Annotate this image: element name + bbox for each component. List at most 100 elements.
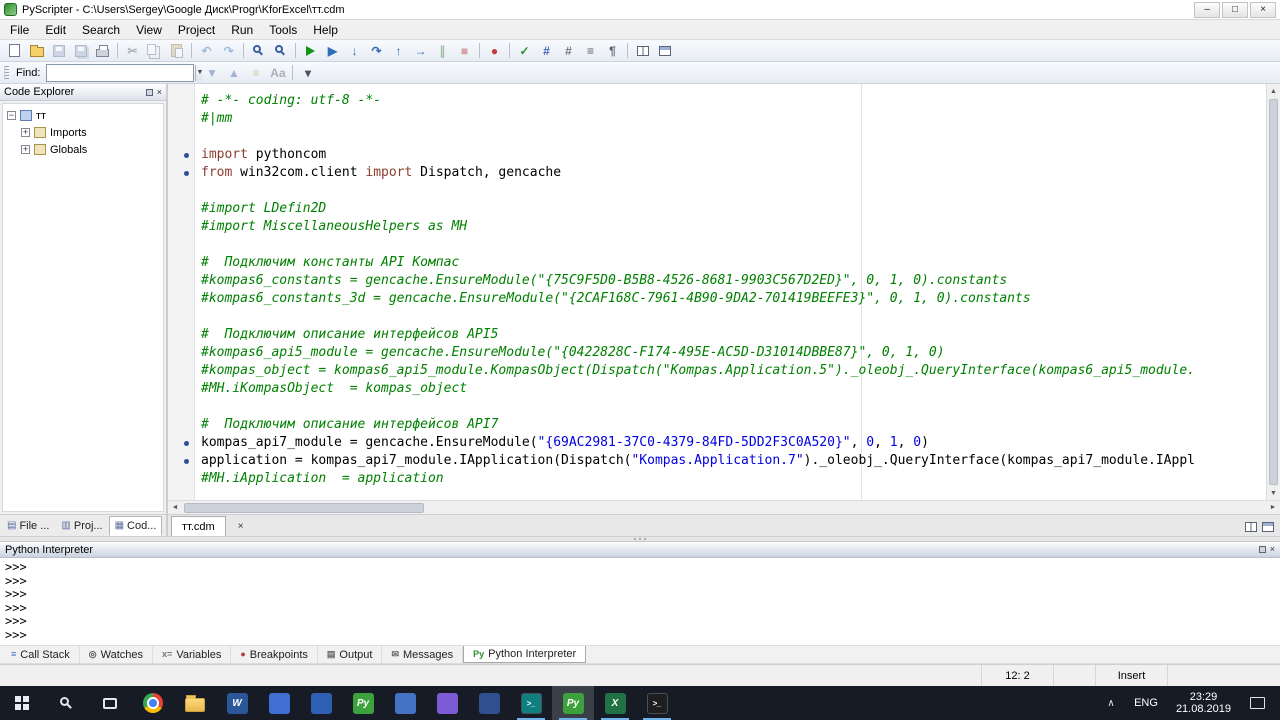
dock-tab-breakpoints[interactable]: ● Breakpoints: [231, 646, 318, 663]
start-button[interactable]: [0, 686, 44, 720]
maximize-button[interactable]: □: [1222, 1, 1248, 18]
special-chars-button[interactable]: ¶: [602, 41, 623, 60]
dock-tab-call-stack[interactable]: ≡ Call Stack: [2, 646, 80, 663]
new-file-button[interactable]: [4, 41, 25, 60]
taskbar-app-blue-3[interactable]: [384, 686, 426, 720]
pin-icon[interactable]: [145, 88, 153, 96]
search-options-button[interactable]: ▾: [297, 63, 318, 82]
tree-node-imports[interactable]: + Imports: [5, 124, 161, 141]
close-button[interactable]: ×: [1250, 1, 1276, 18]
redo-button[interactable]: ↷: [218, 41, 239, 60]
hidden-icons-chevron[interactable]: ∧: [1097, 698, 1125, 709]
scroll-left-icon[interactable]: ◄: [168, 501, 182, 514]
language-indicator[interactable]: ENG: [1125, 697, 1167, 709]
taskbar-pyscripter-1[interactable]: Py: [342, 686, 384, 720]
taskbar-app-blue-2[interactable]: [300, 686, 342, 720]
tree-expander-icon[interactable]: +: [21, 128, 30, 137]
cut-button[interactable]: ✂: [122, 41, 143, 60]
split-editor-button[interactable]: [632, 41, 653, 60]
menu-search[interactable]: Search: [74, 21, 128, 39]
tree-expander-icon[interactable]: +: [21, 145, 30, 154]
taskbar-excel[interactable]: X: [594, 686, 636, 720]
syntax-check-button[interactable]: ✓: [514, 41, 535, 60]
find-input[interactable]: [47, 64, 196, 81]
dock-tab-output[interactable]: ▤ Output: [318, 646, 383, 663]
open-file-button[interactable]: [26, 41, 47, 60]
python-interpreter-console[interactable]: >>> >>> >>> >>> >>> >>>: [0, 558, 1280, 646]
copy-button[interactable]: [144, 41, 165, 60]
undo-button[interactable]: ↶: [196, 41, 217, 60]
panel-tab-proj[interactable]: ▥ Proj...: [55, 516, 108, 536]
goto-line-button[interactable]: #: [558, 41, 579, 60]
find-in-files-button[interactable]: [270, 41, 291, 60]
toggle-breakpoint-button[interactable]: ●: [484, 41, 505, 60]
tab-list-icon[interactable]: [1245, 522, 1257, 532]
minimize-button[interactable]: –: [1194, 1, 1220, 18]
taskbar-pyscripter-active[interactable]: Py: [552, 686, 594, 720]
vscroll-thumb[interactable]: [1269, 99, 1278, 485]
menu-file[interactable]: File: [2, 21, 37, 39]
panel-tab-file[interactable]: ▤ File ...: [1, 516, 55, 536]
tab-windows-icon[interactable]: [1262, 522, 1274, 532]
code-area[interactable]: # -*- coding: utf-8 -*- #|mm import python…: [195, 84, 1280, 500]
step-over-button[interactable]: ↷: [366, 41, 387, 60]
find-button[interactable]: [248, 41, 269, 60]
find-prev-button[interactable]: ▲: [223, 63, 244, 82]
scroll-down-icon[interactable]: ▼: [1267, 486, 1280, 500]
dock-tab-variables[interactable]: x= Variables: [153, 646, 232, 663]
step-into-button[interactable]: ↓: [344, 41, 365, 60]
toolbar-grip[interactable]: [4, 65, 9, 80]
print-button[interactable]: [92, 41, 113, 60]
find-next-button[interactable]: ▼: [201, 63, 222, 82]
close-dock-icon[interactable]: ×: [1270, 545, 1275, 554]
menu-view[interactable]: View: [128, 21, 170, 39]
run-to-cursor-button[interactable]: →: [410, 41, 431, 60]
debug-button[interactable]: ▶: [322, 41, 343, 60]
paste-button[interactable]: [166, 41, 187, 60]
hscroll-thumb[interactable]: [184, 502, 424, 513]
dock-tab-messages[interactable]: ✉ Messages: [382, 646, 464, 663]
editor-options-button[interactable]: [654, 41, 675, 60]
pin-icon[interactable]: [1258, 546, 1266, 553]
code-explorer-tree[interactable]: − тт + Imports + Globals: [2, 103, 164, 512]
editor[interactable]: # -*- coding: utf-8 -*- #|mm import python…: [168, 84, 1280, 500]
scroll-right-icon[interactable]: ►: [1266, 501, 1280, 514]
notification-center-icon[interactable]: [1250, 697, 1265, 709]
panel-tab-cod[interactable]: ▦ Cod...: [108, 516, 163, 536]
line-numbers-button[interactable]: ≡: [580, 41, 601, 60]
menu-tools[interactable]: Tools: [261, 21, 305, 39]
save-all-button[interactable]: [70, 41, 91, 60]
taskbar-word[interactable]: W: [216, 686, 258, 720]
taskbar-app-blue-4[interactable]: [468, 686, 510, 720]
bookmarks-button[interactable]: #: [536, 41, 557, 60]
taskbar-console-dark[interactable]: >_: [636, 686, 678, 720]
taskbar-chrome[interactable]: [132, 686, 174, 720]
tree-node-globals[interactable]: + Globals: [5, 141, 161, 158]
editor-gutter[interactable]: [168, 84, 195, 500]
highlight-all-button[interactable]: ≡: [245, 63, 266, 82]
dock-tab-python-interpreter[interactable]: Py Python Interpreter: [463, 646, 587, 663]
search-button[interactable]: [44, 686, 88, 720]
dock-tab-watches[interactable]: ◎ Watches: [80, 646, 154, 663]
editor-hscrollbar[interactable]: ◄ ►: [168, 500, 1280, 514]
taskbar-console-teal[interactable]: >_: [510, 686, 552, 720]
tab-close-icon[interactable]: ×: [234, 521, 248, 532]
menu-help[interactable]: Help: [305, 21, 346, 39]
taskbar-file-explorer[interactable]: [174, 686, 216, 720]
editor-vscrollbar[interactable]: ▲ ▼: [1266, 84, 1280, 500]
step-out-button[interactable]: ↑: [388, 41, 409, 60]
taskbar-clock[interactable]: 23:29 21.08.2019: [1167, 691, 1240, 715]
menu-run[interactable]: Run: [223, 21, 261, 39]
editor-tab[interactable]: тт.cdm: [171, 516, 226, 536]
close-panel-icon[interactable]: ×: [157, 87, 162, 97]
taskbar-app-purple[interactable]: [426, 686, 468, 720]
menu-project[interactable]: Project: [170, 21, 223, 39]
taskbar-app-blue-1[interactable]: [258, 686, 300, 720]
menu-edit[interactable]: Edit: [37, 21, 74, 39]
pause-button[interactable]: ∥: [432, 41, 453, 60]
save-file-button[interactable]: [48, 41, 69, 60]
match-case-button[interactable]: Aa: [267, 63, 288, 82]
stop-button[interactable]: ■: [454, 41, 475, 60]
task-view-button[interactable]: [88, 686, 132, 720]
tree-node-тт[interactable]: − тт: [5, 107, 161, 124]
